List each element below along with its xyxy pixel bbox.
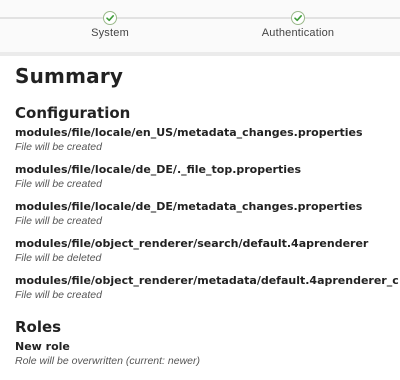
step-system-indicator bbox=[103, 11, 117, 25]
configuration-item: modules/file/object_renderer/search/defa… bbox=[15, 237, 400, 264]
configuration-item-name: modules/file/object_renderer/search/defa… bbox=[15, 237, 369, 250]
configuration-item: modules/file/object_renderer/metadata/de… bbox=[15, 274, 400, 301]
step-authentication: Authentication bbox=[238, 11, 358, 39]
progress-stepper: System Authentication bbox=[0, 0, 400, 56]
role-item-status: Role will be overwritten (current: newer… bbox=[15, 355, 200, 367]
check-icon bbox=[294, 15, 302, 22]
step-authentication-indicator bbox=[291, 11, 305, 25]
configuration-item-name: modules/file/locale/de_DE/metadata_chang… bbox=[15, 200, 363, 213]
configuration-heading: Configuration bbox=[15, 104, 131, 122]
step-authentication-label: Authentication bbox=[261, 27, 335, 39]
configuration-item-name: modules/file/locale/en_US/metadata_chang… bbox=[15, 126, 363, 139]
configuration-item-status: File will be deleted bbox=[15, 252, 102, 264]
check-icon bbox=[106, 15, 114, 22]
configuration-item-status: File will be created bbox=[15, 178, 102, 190]
step-system: System bbox=[50, 11, 170, 39]
role-item-name: New role bbox=[15, 340, 70, 353]
configuration-item-status: File will be created bbox=[15, 215, 102, 227]
summary-panel: Summary Configuration modules/file/local… bbox=[15, 64, 400, 367]
step-system-label: System bbox=[91, 27, 129, 39]
configuration-item: modules/file/locale/de_DE/metadata_chang… bbox=[15, 200, 400, 227]
configuration-item-name: modules/file/object_renderer/metadata/de… bbox=[15, 274, 399, 287]
roles-heading: Roles bbox=[15, 318, 62, 336]
page-title: Summary bbox=[15, 64, 124, 88]
configuration-item-status: File will be created bbox=[15, 289, 102, 301]
configuration-item-name: modules/file/locale/de_DE/._file_top.pro… bbox=[15, 163, 302, 176]
role-item: New role Role will be overwritten (curre… bbox=[15, 340, 400, 367]
configuration-item-status: File will be created bbox=[15, 141, 102, 153]
configuration-item: modules/file/locale/en_US/metadata_chang… bbox=[15, 126, 400, 153]
configuration-item: modules/file/locale/de_DE/._file_top.pro… bbox=[15, 163, 400, 190]
